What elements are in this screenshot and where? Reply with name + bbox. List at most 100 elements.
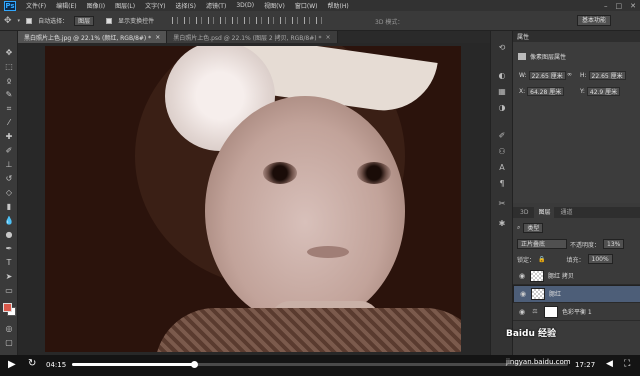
align-bottom-icon[interactable]	[196, 17, 203, 24]
tab-layers[interactable]: 图层	[534, 207, 555, 218]
marquee-tool-icon[interactable]: ⬚	[3, 61, 15, 72]
maximize-icon[interactable]: □	[616, 2, 623, 10]
history-icon[interactable]: ⟲	[496, 41, 508, 53]
history-brush-icon[interactable]: ↺	[3, 173, 15, 184]
stamp-tool-icon[interactable]: ⊥	[3, 159, 15, 170]
lock-icon[interactable]: 🔒	[538, 256, 545, 263]
layer-kind-dropdown[interactable]: 类型	[523, 223, 544, 233]
height-value[interactable]: 22.65 厘米	[588, 71, 626, 80]
eye-icon[interactable]: ◉	[519, 308, 526, 316]
layer-row-selected[interactable]: ◉ 腮红	[513, 285, 640, 303]
layer-name[interactable]: 腮红	[549, 290, 561, 299]
auto-select-dropdown[interactable]: 图层	[74, 15, 95, 26]
tools-icon[interactable]: ✂	[496, 197, 508, 209]
foreground-color-swatch[interactable]	[3, 303, 12, 312]
tab-3d[interactable]: 3D	[516, 207, 532, 218]
x-field[interactable]: X: 64.28 厘米	[519, 87, 565, 96]
eye-icon[interactable]: ◉	[520, 290, 527, 299]
canvas-photo[interactable]	[45, 46, 461, 352]
distribute-hcenter-icon[interactable]	[292, 17, 299, 24]
blend-mode-dropdown[interactable]: 正片叠底	[517, 239, 567, 249]
shape-tool-icon[interactable]: ▭	[3, 285, 15, 296]
character-icon[interactable]: A	[496, 161, 508, 173]
eyedropper-tool-icon[interactable]: ⁄	[3, 117, 15, 128]
distribute-top-icon[interactable]	[244, 17, 251, 24]
swatches-icon[interactable]: ▦	[496, 85, 508, 97]
path-icon[interactable]: ✱	[496, 217, 508, 229]
minimize-icon[interactable]: –	[604, 2, 608, 10]
show-transform-checkbox[interactable]	[106, 17, 113, 24]
distribute-vcenter-icon[interactable]	[256, 17, 263, 24]
dodge-tool-icon[interactable]: ●	[3, 229, 15, 240]
eye-icon[interactable]: ◉	[519, 272, 526, 280]
align-left-icon[interactable]	[208, 17, 215, 24]
volume-icon[interactable]: ◀	[606, 359, 613, 369]
fill-input[interactable]: 100%	[587, 254, 613, 264]
menu-layer[interactable]: 图层(L)	[115, 1, 135, 10]
tab-close-icon[interactable]: ×	[155, 34, 160, 41]
align-hcenter-icon[interactable]	[220, 17, 227, 24]
fullscreen-icon[interactable]: ⛶	[624, 359, 630, 369]
crop-tool-icon[interactable]: ⌗	[3, 103, 15, 114]
clone-source-icon[interactable]: ⚇	[496, 145, 508, 157]
replay-icon[interactable]: ↻	[28, 358, 36, 369]
menu-file[interactable]: 文件(F)	[26, 1, 46, 10]
play-icon[interactable]: ▶	[8, 359, 16, 370]
healing-tool-icon[interactable]: ✚	[3, 131, 15, 142]
y-field[interactable]: Y: 42.9 厘米	[580, 87, 621, 96]
workspace-dropdown[interactable]: 基本功能	[577, 15, 612, 26]
menu-image[interactable]: 图像(I)	[87, 1, 105, 10]
layer-row[interactable]: ◉ ⚖ 色彩平衡 1	[513, 303, 640, 321]
menu-filter[interactable]: 滤镜(T)	[206, 1, 226, 10]
y-value[interactable]: 42.9 厘米	[586, 87, 621, 96]
align-right-icon[interactable]	[232, 17, 239, 24]
menu-type[interactable]: 文字(Y)	[145, 1, 165, 10]
menu-view[interactable]: 视图(V)	[264, 1, 285, 10]
adjustments-icon[interactable]: ◑	[496, 101, 508, 113]
progress-handle[interactable]	[190, 361, 198, 368]
menu-help[interactable]: 帮助(H)	[328, 1, 349, 10]
blur-tool-icon[interactable]: 💧	[3, 215, 15, 226]
close-icon[interactable]: ✕	[630, 2, 636, 10]
layer-name[interactable]: 色彩平衡 1	[562, 307, 592, 316]
align-vcenter-icon[interactable]	[184, 17, 191, 24]
color-icon[interactable]: ◐	[496, 69, 508, 81]
align-top-icon[interactable]	[172, 17, 179, 24]
type-tool-icon[interactable]: T	[3, 257, 15, 268]
chevron-down-icon[interactable]: ▾	[18, 18, 21, 24]
distribute-right-icon[interactable]	[304, 17, 311, 24]
path-select-icon[interactable]: ➤	[3, 271, 15, 282]
x-value[interactable]: 64.28 厘米	[527, 87, 565, 96]
layer-row[interactable]: ◉ 腮红 拷贝	[513, 267, 640, 285]
menu-window[interactable]: 窗口(W)	[295, 1, 318, 10]
height-field[interactable]: H: 22.65 厘米	[580, 71, 626, 80]
width-value[interactable]: 22.65 厘米	[528, 71, 566, 80]
width-field[interactable]: W: 22.65 厘米	[519, 71, 566, 80]
tab-channels[interactable]: 通道	[556, 207, 576, 218]
paragraph-icon[interactable]: ¶	[496, 177, 508, 189]
pen-tool-icon[interactable]: ✒	[3, 243, 15, 254]
tab-jpg[interactable]: 黑白照片上色.jpg @ 22.1% (颜红, RGB/8#) * ×	[18, 31, 168, 43]
gradient-tool-icon[interactable]: ▮	[3, 201, 15, 212]
quick-mask-icon[interactable]: ◎	[3, 323, 15, 334]
eraser-tool-icon[interactable]: ◇	[3, 187, 15, 198]
brush-preset-icon[interactable]: ✐	[496, 129, 508, 141]
lasso-tool-icon[interactable]: ჲ	[3, 75, 15, 86]
tab-psd[interactable]: 黑白照片上色.psd @ 22.1% (图层 2 拷贝, RGB/8#) * ×	[167, 31, 338, 43]
menu-edit[interactable]: 编辑(E)	[56, 1, 76, 10]
brush-tool-icon[interactable]: ✐	[3, 145, 15, 156]
move-tool-icon[interactable]: ✥	[4, 16, 12, 26]
distribute-bottom-icon[interactable]	[268, 17, 275, 24]
screen-mode-icon[interactable]: ▢	[3, 337, 15, 348]
auto-select-checkbox[interactable]	[26, 17, 33, 24]
menu-select[interactable]: 选择(S)	[175, 1, 196, 10]
tab-close-icon[interactable]: ×	[326, 34, 331, 41]
opacity-input[interactable]: 13%	[603, 239, 625, 249]
quick-select-tool-icon[interactable]: ✎	[3, 89, 15, 100]
layer-name[interactable]: 腮红 拷贝	[548, 271, 574, 280]
move-tool-icon[interactable]: ✥	[3, 47, 15, 58]
distribute-left-icon[interactable]	[280, 17, 287, 24]
auto-align-icon[interactable]	[316, 17, 323, 24]
link-icon[interactable]: ∞	[567, 71, 572, 78]
menu-3d[interactable]: 3D(D)	[236, 2, 254, 9]
